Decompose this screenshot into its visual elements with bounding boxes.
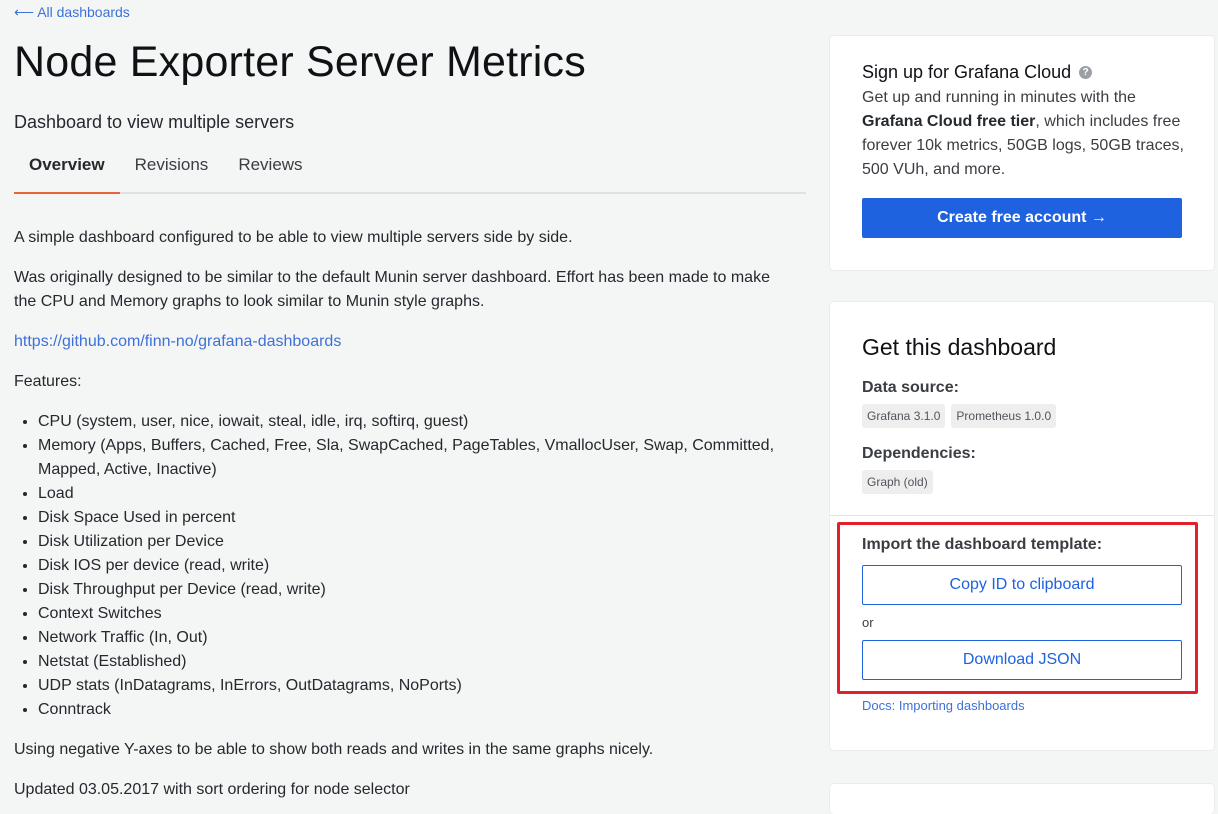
dependencies-label: Dependencies: (862, 445, 976, 462)
list-item: Disk Space Used in percent (38, 506, 778, 530)
cloud-text-before: Get up and running in minutes with the (862, 89, 1136, 106)
card-divider (830, 515, 1214, 516)
repo-link[interactable]: https://github.com/finn-no/grafana-dashb… (14, 333, 341, 350)
negative-axes-text: Using negative Y-axes to be able to show… (14, 741, 654, 758)
list-item: Disk Throughput per Device (read, write) (38, 578, 778, 602)
tab-revisions[interactable]: Revisions (120, 143, 224, 192)
tab-bar: Overview Revisions Reviews (14, 143, 806, 194)
dependency-chip: Graph (old) (862, 470, 933, 494)
tab-overview[interactable]: Overview (14, 143, 120, 194)
list-item: Memory (Apps, Buffers, Cached, Free, Sla… (38, 434, 778, 482)
list-item: Load (38, 482, 778, 506)
features-list: CPU (system, user, nice, iowait, steal, … (14, 410, 778, 722)
data-source-chip: Grafana 3.1.0 (862, 404, 946, 428)
cloud-title-text: Sign up for Grafana Cloud (862, 62, 1072, 82)
data-source-label: Data source: (862, 379, 959, 396)
list-item: Context Switches (38, 602, 778, 626)
help-icon[interactable]: ? (1079, 66, 1093, 79)
data-source-chip: Prometheus 1.0.0 (951, 404, 1057, 428)
updated-text: Updated 03.05.2017 with sort ordering fo… (14, 781, 410, 798)
cloud-text-bold: Grafana Cloud free tier (862, 113, 1036, 130)
docs-importing-link[interactable]: Docs: Importing dashboards (862, 698, 1025, 713)
page-subtitle: Dashboard to view multiple servers (14, 112, 295, 132)
dependency-chips: Graph (old) (862, 470, 933, 494)
get-dashboard-title: Get this dashboard (862, 334, 1057, 360)
list-item: Disk IOS per device (read, write) (38, 554, 778, 578)
list-item: Network Traffic (In, Out) (38, 626, 778, 650)
data-source-chips: Grafana 3.1.0 Prometheus 1.0.0 (862, 404, 1057, 428)
list-item: Disk Utilization per Device (38, 530, 778, 554)
list-item: Netstat (Established) (38, 650, 778, 674)
grafana-cloud-card: Sign up for Grafana Cloud ? Get up and r… (830, 36, 1214, 270)
cloud-description: Get up and running in minutes with the G… (862, 86, 1192, 182)
list-item: Conntrack (38, 698, 778, 722)
tab-reviews[interactable]: Reviews (223, 143, 317, 192)
intro-text: A simple dashboard configured to be able… (14, 229, 573, 246)
list-item: CPU (system, user, nice, iowait, steal, … (38, 410, 778, 434)
list-item: UDP stats (InDatagrams, InErrors, OutDat… (38, 674, 778, 698)
history-text: Was originally designed to be similar to… (14, 269, 770, 310)
all-dashboards-link[interactable]: ⟵ All dashboards (14, 4, 130, 21)
highlight-box (837, 522, 1198, 694)
cloud-card-title: Sign up for Grafana Cloud ? (862, 62, 1093, 83)
next-card (830, 784, 1214, 814)
create-free-account-button[interactable]: Create free account → (862, 198, 1182, 238)
page-title: Node Exporter Server Metrics (14, 38, 586, 86)
features-heading: Features: (14, 373, 82, 390)
